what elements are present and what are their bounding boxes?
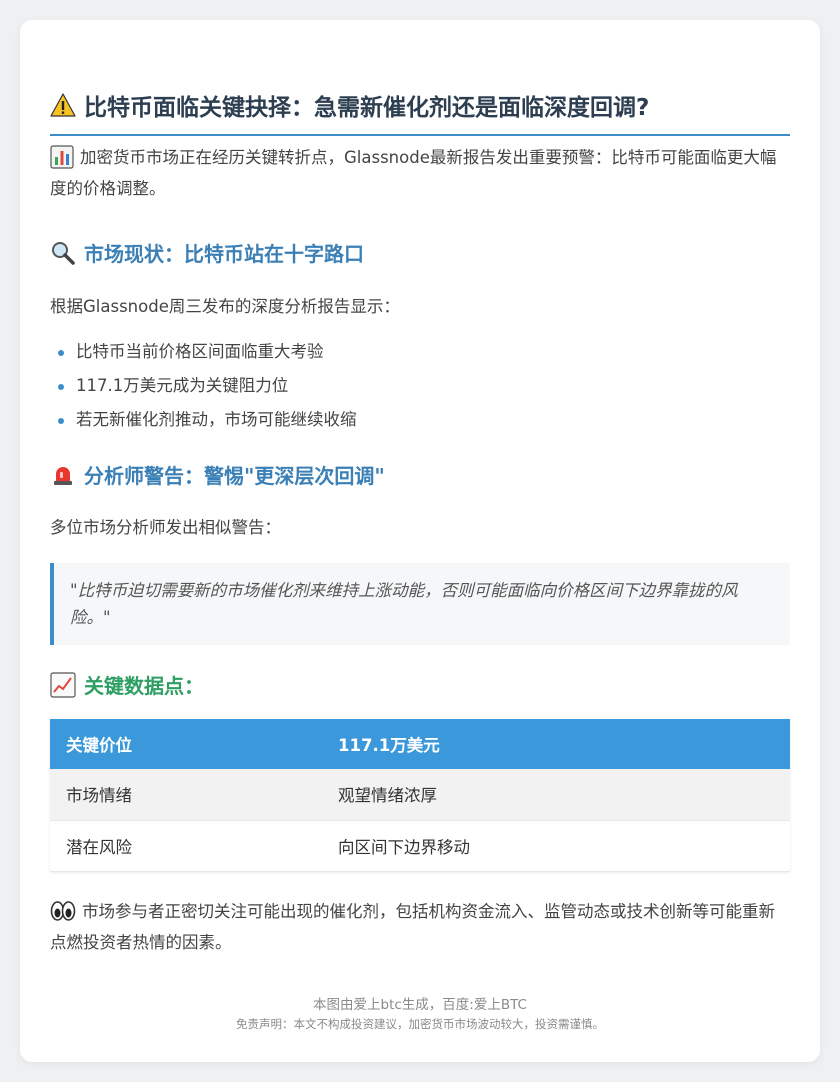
intro-text: 加密货币市场正在经历关键转折点，Glassnode最新报告发出重要预警：比特币可…	[50, 148, 777, 198]
eyes-icon	[50, 899, 76, 923]
footer-credit: 本图由爱上btc生成，百度:爱上BTC	[313, 997, 527, 1013]
magnifier-icon	[50, 240, 76, 266]
section-heading-status-text: 市场现状：比特币站在十字路口	[84, 242, 364, 266]
closing-paragraph: 市场参与者正密切关注可能出现的催化剂，包括机构资金流入、监管动态或技术创新等可能…	[50, 896, 790, 958]
table-row: 潜在风险 向区间下边界移动	[50, 820, 790, 872]
list-item: 117.1万美元成为关键阻力位	[50, 369, 790, 403]
article-card: 比特币面临关键抉择：急需新催化剂还是面临深度回调? 加密货币市场正在经历关键转折…	[20, 20, 820, 1062]
intro-paragraph: 加密货币市场正在经历关键转折点，Glassnode最新报告发出重要预警：比特币可…	[50, 142, 790, 204]
bar-chart-icon	[50, 145, 74, 169]
section-status-lead: 根据Glassnode周三发布的深度分析报告显示：	[50, 297, 400, 316]
table-header-row: 关键价位 117.1万美元	[50, 719, 790, 769]
section-heading-status: 市场现状：比特币站在十字路口	[50, 238, 790, 267]
section-heading-warning: 分析师警告：警惕"更深层次回调"	[50, 460, 790, 489]
section-heading-warning-text: 分析师警告：警惕"更深层次回调"	[84, 464, 385, 488]
list-item: 若无新催化剂推动，市场可能继续收缩	[50, 403, 790, 437]
table-cell: 向区间下边界移动	[322, 820, 790, 872]
section-heading-data: 关键数据点：	[50, 670, 790, 699]
table-cell: 潜在风险	[50, 820, 322, 872]
table-header-cell: 117.1万美元	[322, 719, 790, 769]
section-warning-lead: 多位市场分析师发出相似警告：	[50, 518, 281, 537]
warning-icon	[50, 92, 76, 118]
closing-text: 市场参与者正密切关注可能出现的催化剂，包括机构资金流入、监管动态或技术创新等可能…	[50, 902, 775, 952]
status-bullet-list: 比特币当前价格区间面临重大考验 117.1万美元成为关键阻力位 若无新催化剂推动…	[50, 335, 790, 437]
page-title: 比特币面临关键抉择：急需新催化剂还是面临深度回调?	[84, 95, 650, 121]
table-cell: 市场情绪	[50, 769, 322, 821]
trend-chart-icon	[50, 671, 76, 698]
table-row: 市场情绪 观望情绪浓厚	[50, 769, 790, 821]
list-item: 比特币当前价格区间面临重大考验	[50, 335, 790, 369]
analyst-quote: "比特币迫切需要新的市场催化剂来维持上涨动能，否则可能面临向价格区间下边界靠拢的…	[50, 563, 790, 645]
table-header-cell: 关键价位	[50, 719, 322, 769]
section-heading-data-text: 关键数据点：	[84, 674, 204, 698]
key-data-table: 关键价位 117.1万美元 市场情绪 观望情绪浓厚 潜在风险 向区间下边界移动	[50, 719, 790, 872]
siren-icon	[50, 462, 76, 488]
table-cell: 观望情绪浓厚	[322, 769, 790, 821]
footer-disclaimer: 免责声明：本文不构成投资建议，加密货币市场波动较大，投资需谨慎。	[236, 1017, 604, 1031]
page-title-row: 比特币面临关键抉择：急需新催化剂还是面临深度回调?	[50, 88, 790, 136]
